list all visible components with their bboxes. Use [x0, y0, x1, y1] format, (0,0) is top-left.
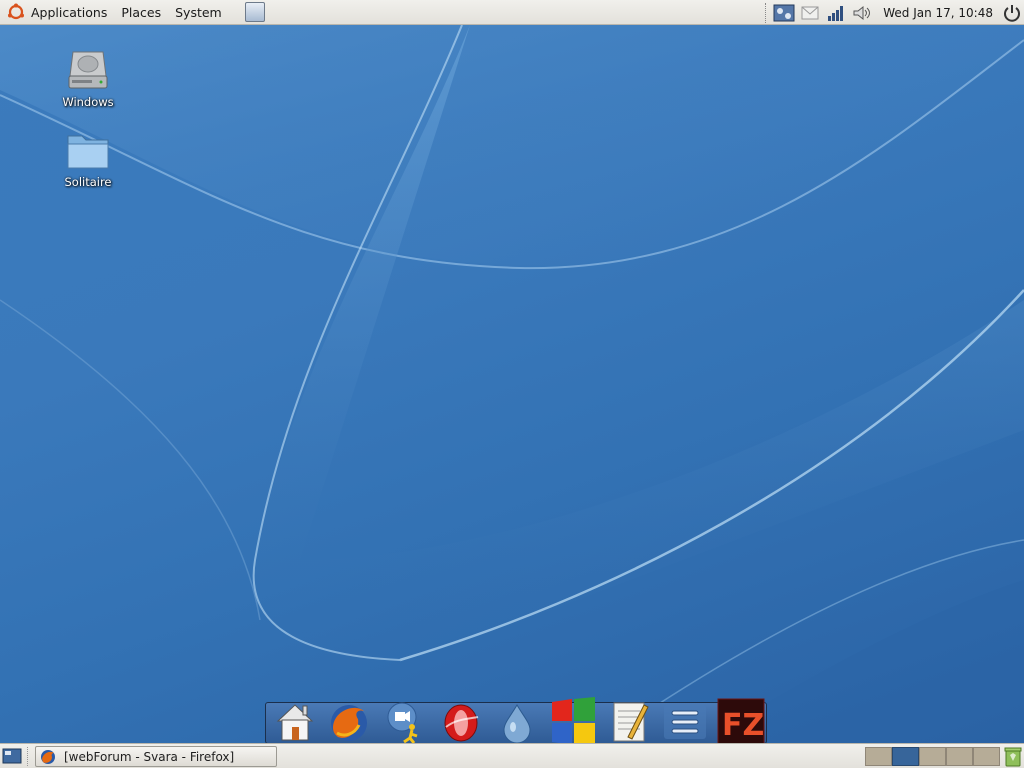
- workspace-4[interactable]: [946, 747, 973, 766]
- system-tray: Wed Jan 17, 10:48: [765, 0, 1024, 25]
- taskbar-button-label: [webForum - Svara - Firefox]: [64, 749, 235, 764]
- trash-icon[interactable]: [1003, 746, 1023, 767]
- opera-icon[interactable]: [436, 697, 486, 743]
- hard-drive-icon: [64, 46, 112, 94]
- show-desktop-icon: [2, 748, 22, 764]
- workspace-switcher: [865, 747, 1000, 766]
- taskbar-button-firefox[interactable]: [webForum - Svara - Firefox]: [35, 746, 277, 767]
- mail-icon[interactable]: [799, 3, 821, 23]
- signal-strength-icon[interactable]: [825, 3, 847, 23]
- firefox-icon: [41, 749, 55, 764]
- windows-logo-icon[interactable]: [548, 697, 598, 743]
- dock: FZ: [265, 697, 767, 743]
- desktop-icon-label: Solitaire: [64, 175, 112, 189]
- ubuntu-logo-icon[interactable]: [7, 3, 25, 21]
- volume-icon[interactable]: [851, 3, 873, 23]
- messenger-icon[interactable]: [380, 697, 430, 743]
- menu-system[interactable]: System: [168, 0, 229, 25]
- desktop-icon-windows[interactable]: Windows: [53, 46, 123, 109]
- workspace-1[interactable]: [865, 747, 892, 766]
- svg-text:FZ: FZ: [722, 708, 764, 743]
- firefox-icon[interactable]: [324, 697, 374, 743]
- clock[interactable]: Wed Jan 17, 10:48: [875, 6, 999, 20]
- home-icon[interactable]: [270, 697, 320, 743]
- tray-separator: [765, 2, 767, 23]
- menu-places[interactable]: Places: [114, 0, 168, 25]
- drop-icon[interactable]: [492, 697, 542, 743]
- network-settings-icon[interactable]: [773, 3, 795, 23]
- bottom-panel: [webForum - Svara - Firefox]: [0, 743, 1024, 768]
- show-desktop-button[interactable]: [2, 747, 22, 766]
- top-panel: Applications Places System Wed Jan 17, 1…: [0, 0, 1024, 25]
- notepad-icon[interactable]: [604, 697, 654, 743]
- launcher-icon[interactable]: [244, 2, 265, 22]
- menu-list-icon[interactable]: [660, 697, 710, 743]
- workspace-3[interactable]: [919, 747, 946, 766]
- menu-applications[interactable]: Applications: [29, 0, 114, 25]
- workspace-2[interactable]: [892, 747, 919, 766]
- workspace-5[interactable]: [973, 747, 1000, 766]
- filezilla-icon[interactable]: FZ: [716, 697, 766, 743]
- desktop-icon-label: Windows: [62, 95, 114, 109]
- folder-icon: [64, 126, 112, 174]
- wallpaper: [0, 25, 1024, 743]
- desktop-icon-solitaire[interactable]: Solitaire: [53, 126, 123, 189]
- panel-grip[interactable]: [27, 747, 30, 766]
- desktop[interactable]: Windows Solitaire FZ: [0, 25, 1024, 743]
- power-icon[interactable]: [1001, 3, 1023, 23]
